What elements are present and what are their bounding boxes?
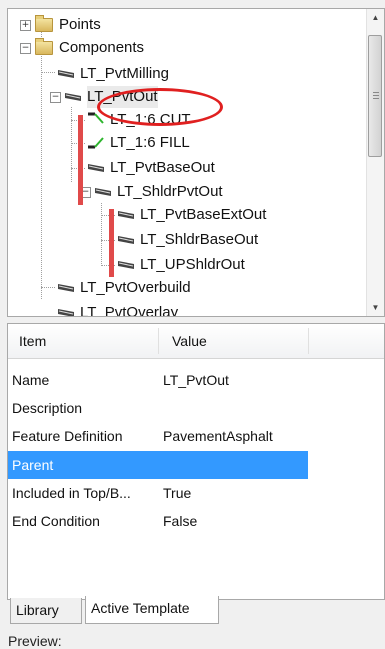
column-header-value[interactable]: Value — [172, 324, 207, 358]
tree-node-components[interactable]: − Components — [20, 37, 144, 59]
tree-node-label: LT_PvtOverbuild — [80, 279, 191, 296]
tree-connector — [101, 203, 102, 266]
scrollbar-thumb[interactable] — [368, 35, 382, 157]
tree-node-label: Points — [59, 16, 101, 33]
annotation-red-bar — [109, 209, 114, 277]
tree-node-label: LT_1:6 FILL — [110, 134, 190, 151]
component-icon — [118, 261, 134, 269]
scroll-down-arrow-icon[interactable]: ▼ — [367, 299, 384, 316]
tree-node-label: LT_ShldrPvtOut — [117, 183, 223, 200]
tree-node-lt-pvtoverbuild[interactable]: LT_PvtOverbuild — [58, 277, 191, 299]
scroll-up-arrow-icon[interactable]: ▲ — [367, 9, 384, 26]
tree-node-lt-pvtmilling[interactable]: LT_PvtMilling — [58, 63, 169, 85]
tab-library[interactable]: Library — [10, 598, 82, 624]
annotation-red-circle — [97, 88, 223, 126]
component-icon — [118, 236, 134, 244]
tree-node-lt-1-6-fill[interactable]: LT_1:6 FILL — [88, 132, 190, 154]
component-icon — [65, 93, 81, 101]
tree-node-lt-shldrpvtout[interactable]: − LT_ShldrPvtOut — [80, 181, 223, 203]
tab-active-template[interactable]: Active Template — [85, 596, 219, 624]
link-icon — [88, 112, 104, 124]
tree-connector — [41, 72, 55, 73]
tree-node-lt-pvtoverlay[interactable]: LT_PvtOverlay — [58, 302, 179, 317]
column-divider[interactable] — [158, 328, 159, 354]
column-divider[interactable] — [308, 328, 309, 354]
column-header-item[interactable]: Item — [19, 324, 46, 358]
component-icon — [58, 309, 74, 316]
tree-scrollbar[interactable]: ▲ ▼ — [366, 9, 384, 316]
property-row-name[interactable]: Name LT_PvtOut — [8, 366, 308, 394]
property-name: Parent — [12, 457, 54, 473]
property-name: Name — [12, 372, 50, 388]
collapse-toggle-icon[interactable]: − — [50, 91, 61, 103]
component-icon — [118, 211, 134, 219]
property-value[interactable]: True — [163, 479, 191, 507]
grip-line — [373, 95, 379, 96]
tree-node-label: LT_ShldrBaseOut — [140, 231, 259, 248]
property-value[interactable]: LT_PvtOut — [163, 366, 229, 394]
tree-node-label: LT_UPShldrOut — [140, 256, 245, 273]
tree-node-label: LT_PvtMilling — [80, 65, 169, 82]
tree-node-label: LT_PvtBaseExtOut — [140, 206, 267, 223]
tree-node-lt-shldrbaseout[interactable]: LT_ShldrBaseOut — [118, 229, 258, 251]
tree-node-label: LT_PvtBaseOut — [110, 159, 215, 176]
link-icon — [88, 137, 104, 149]
property-row-end-condition[interactable]: End Condition False — [8, 507, 308, 535]
properties-grid: Item Value Name LT_PvtOut Description Fe… — [7, 323, 385, 600]
panel-tabs: Library Active Template — [7, 596, 383, 626]
component-icon — [58, 70, 74, 78]
property-value[interactable]: PavementAsphalt — [163, 422, 273, 450]
tree-connector — [41, 287, 55, 288]
component-icon — [88, 164, 104, 172]
grip-line — [373, 98, 379, 99]
folder-icon — [35, 15, 53, 32]
collapse-toggle-icon[interactable]: − — [20, 42, 31, 54]
property-name: End Condition — [12, 513, 100, 529]
tree-node-label: LT_PvtOverlay — [80, 304, 179, 317]
grip-line — [373, 92, 379, 93]
template-tree[interactable]: + Points − Components LT_PvtMilling − LT… — [7, 8, 385, 317]
component-icon — [58, 284, 74, 292]
property-row-description[interactable]: Description — [8, 394, 308, 422]
property-name: Description — [12, 400, 83, 416]
property-row-feature-definition[interactable]: Feature Definition PavementAsphalt — [8, 422, 308, 450]
tree-connector — [41, 29, 42, 299]
tree-node-lt-pvtbaseextout[interactable]: LT_PvtBaseExtOut — [118, 204, 266, 226]
property-row-parent[interactable]: Parent — [8, 451, 308, 479]
tree-node-lt-upshldrout[interactable]: LT_UPShldrOut — [118, 254, 245, 276]
property-value[interactable]: False — [163, 507, 197, 535]
annotation-red-bar — [78, 115, 83, 205]
expand-toggle-icon[interactable]: + — [20, 19, 31, 31]
tree-node-lt-pvtbaseout[interactable]: LT_PvtBaseOut — [88, 157, 215, 179]
property-name: Included in Top/B... — [12, 485, 131, 501]
tree-connector — [71, 107, 72, 182]
properties-header: Item Value — [8, 324, 384, 359]
folder-icon — [35, 38, 53, 55]
tree-node-label: Components — [59, 39, 145, 56]
tree-node-points[interactable]: + Points — [20, 14, 101, 36]
component-icon — [95, 188, 111, 196]
property-name: Feature Definition — [12, 428, 123, 444]
property-row-included-in-top[interactable]: Included in Top/B... True — [8, 479, 308, 507]
